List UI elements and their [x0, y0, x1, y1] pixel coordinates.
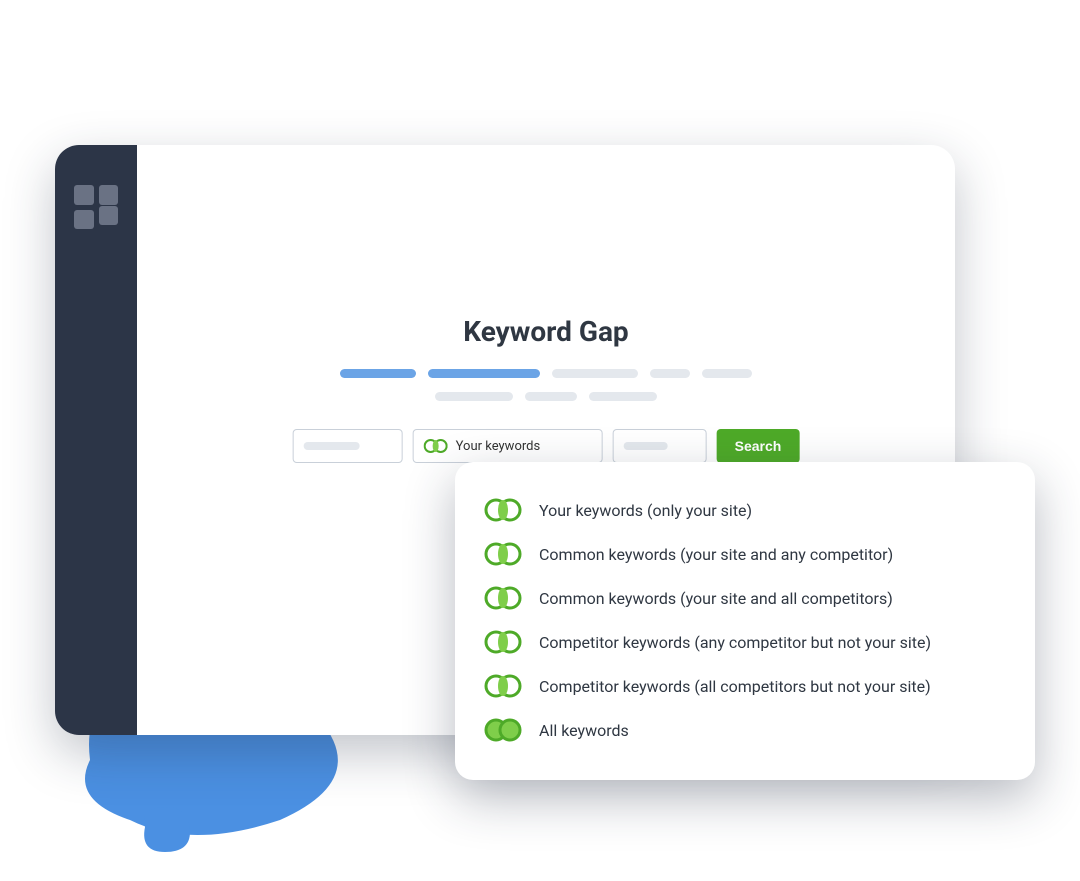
placeholder-row-2 [435, 392, 657, 401]
dropdown-option-competitor-all[interactable]: Competitor keywords (all competitors but… [483, 664, 1007, 708]
search-form: Your keywords Search [293, 429, 800, 463]
dropdown-option-competitor-any[interactable]: Competitor keywords (any competitor but … [483, 620, 1007, 664]
keyword-filter-label: Your keywords [456, 439, 541, 454]
venn-your-icon [483, 496, 523, 524]
app-logo-icon [74, 185, 118, 229]
dropdown-option-label: All keywords [539, 721, 629, 740]
dropdown-option-label: Competitor keywords (any competitor but … [539, 633, 931, 652]
venn-competitor-all-icon [483, 672, 523, 700]
search-button[interactable]: Search [717, 429, 800, 463]
keyword-filter-dropdown: Your keywords (only your site) Common ke… [455, 462, 1035, 780]
keyword-filter-select[interactable]: Your keywords [413, 429, 603, 463]
dropdown-option-common-all[interactable]: Common keywords (your site and all compe… [483, 576, 1007, 620]
dropdown-option-all-keywords[interactable]: All keywords [483, 708, 1007, 752]
venn-common-any-icon [483, 540, 523, 568]
dropdown-option-label: Common keywords (your site and any compe… [539, 545, 893, 564]
venn-all-icon [483, 716, 523, 744]
venn-icon [424, 438, 448, 454]
sidebar [55, 145, 137, 735]
dropdown-option-label: Competitor keywords (all competitors but… [539, 677, 931, 696]
domain-input[interactable] [293, 429, 403, 463]
dropdown-option-label: Your keywords (only your site) [539, 501, 752, 520]
venn-common-all-icon [483, 584, 523, 612]
dropdown-option-your-keywords[interactable]: Your keywords (only your site) [483, 488, 1007, 532]
decor-blob-small [135, 802, 195, 857]
dropdown-option-common-any[interactable]: Common keywords (your site and any compe… [483, 532, 1007, 576]
country-input[interactable] [613, 429, 707, 463]
dropdown-option-label: Common keywords (your site and all compe… [539, 589, 893, 608]
placeholder-row-1 [340, 369, 752, 378]
venn-competitor-any-icon [483, 628, 523, 656]
page-title: Keyword Gap [137, 315, 955, 348]
